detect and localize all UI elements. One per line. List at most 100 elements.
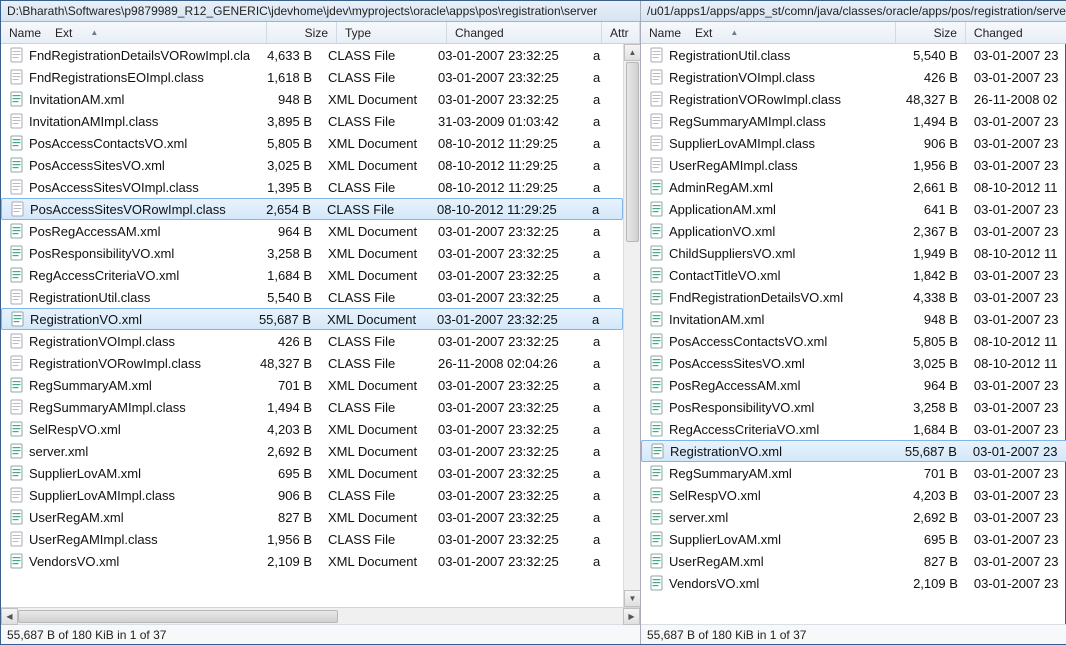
xml-file-icon [649,553,665,569]
header-name[interactable]: Name Ext ▲ [1,22,267,43]
table-row[interactable]: RegistrationVOImpl.class426 BCLASS File0… [1,330,623,352]
xml-file-icon [649,267,665,283]
table-row[interactable]: FndRegistrationDetailsVORowImpl.class4,6… [1,44,623,66]
table-row[interactable]: server.xml2,692 BXML Document03-01-2007 … [1,440,623,462]
table-row[interactable]: RegSummaryAM.xml701 BXML Document03-01-2… [1,374,623,396]
file-name: FndRegistrationDetailsVO.xml [669,290,843,305]
left-file-list[interactable]: FndRegistrationDetailsVORowImpl.class4,6… [1,44,640,607]
table-row[interactable]: RegAccessCriteriaVO.xml1,684 B03-01-2007… [641,418,1066,440]
table-row[interactable]: PosAccessSitesVO.xml3,025 B08-10-2012 11 [641,352,1066,374]
file-name: ApplicationVO.xml [669,224,775,239]
header-name[interactable]: Name Ext ▲ [641,22,896,43]
file-size: 1,949 B [896,246,966,261]
table-row[interactable]: InvitationAMImpl.class3,895 BCLASS File3… [1,110,623,132]
table-row[interactable]: PosResponsibilityVO.xml3,258 BXML Docume… [1,242,623,264]
table-row[interactable]: InvitationAM.xml948 B03-01-2007 23 [641,308,1066,330]
table-row[interactable]: RegistrationVORowImpl.class48,327 B26-11… [641,88,1066,110]
left-horizontal-scrollbar[interactable]: ◀ ▶ [1,607,640,624]
left-pane: D:\Bharath\Softwares\p9879989_R12_GENERI… [1,1,641,644]
header-changed[interactable]: Changed [966,22,1066,43]
table-row[interactable]: RegistrationVO.xml55,687 BXML Document03… [1,308,623,330]
table-row[interactable]: PosAccessContactsVO.xml5,805 BXML Docume… [1,132,623,154]
hscroll-thumb[interactable] [18,610,338,623]
table-row[interactable]: PosAccessContactsVO.xml5,805 B08-10-2012… [641,330,1066,352]
table-row[interactable]: RegSummaryAMImpl.class1,494 BCLASS File0… [1,396,623,418]
file-name: SelRespVO.xml [669,488,761,503]
scroll-right-button[interactable]: ▶ [623,608,640,625]
table-row[interactable]: server.xml2,692 B03-01-2007 23 [641,506,1066,528]
table-row[interactable]: PosRegAccessAM.xml964 BXML Document03-01… [1,220,623,242]
header-size[interactable]: Size [267,22,337,43]
table-row[interactable]: SupplierLovAM.xml695 BXML Document03-01-… [1,462,623,484]
header-attr[interactable]: Attr [602,22,640,43]
xml-file-icon [650,443,666,459]
file-changed: 03-01-2007 23:32:25 [430,400,585,415]
table-row[interactable]: InvitationAM.xml948 BXML Document03-01-2… [1,88,623,110]
table-row[interactable]: UserRegAM.xml827 B03-01-2007 23 [641,550,1066,572]
table-row[interactable]: ApplicationAM.xml641 B03-01-2007 23 [641,198,1066,220]
table-row[interactable]: VendorsVO.xml2,109 BXML Document03-01-20… [1,550,623,572]
table-row[interactable]: RegSummaryAMImpl.class1,494 B03-01-2007 … [641,110,1066,132]
left-vertical-scrollbar[interactable]: ▲ ▼ [623,44,640,607]
file-name: UserRegAMImpl.class [669,158,798,173]
file-name: RegSummaryAM.xml [669,466,792,481]
table-row[interactable]: RegistrationVO.xml55,687 B03-01-2007 23 [641,440,1066,462]
table-row[interactable]: UserRegAMImpl.class1,956 B03-01-2007 23 [641,154,1066,176]
scroll-up-button[interactable]: ▲ [624,44,640,61]
xml-file-icon [649,289,665,305]
xml-file-icon [9,267,25,283]
scroll-down-button[interactable]: ▼ [624,590,640,607]
xml-file-icon [649,487,665,503]
table-row[interactable]: RegistrationVOImpl.class426 B03-01-2007 … [641,66,1066,88]
file-attr: a [585,532,623,547]
file-size: 3,258 B [250,246,320,261]
file-type: CLASS File [320,48,430,63]
file-size: 701 B [896,466,966,481]
right-path-bar[interactable]: /u01/apps1/apps/apps_st/comn/java/classe… [641,1,1066,22]
file-name: PosAccessSitesVO.xml [29,158,165,173]
class-file-icon [9,179,25,195]
table-row[interactable]: RegAccessCriteriaVO.xml1,684 BXML Docume… [1,264,623,286]
scroll-left-button[interactable]: ◀ [1,608,18,625]
table-row[interactable]: UserRegAMImpl.class1,956 BCLASS File03-0… [1,528,623,550]
table-row[interactable]: VendorsVO.xml2,109 B03-01-2007 23 [641,572,1066,594]
header-type[interactable]: Type [337,22,447,43]
table-row[interactable]: FndRegistrationDetailsVO.xml4,338 B03-01… [641,286,1066,308]
table-row[interactable]: ApplicationVO.xml2,367 B03-01-2007 23 [641,220,1066,242]
xml-file-icon [649,245,665,261]
table-row[interactable]: SupplierLovAM.xml695 B03-01-2007 23 [641,528,1066,550]
table-row[interactable]: FndRegistrationsEOImpl.class1,618 BCLASS… [1,66,623,88]
table-row[interactable]: UserRegAM.xml827 BXML Document03-01-2007… [1,506,623,528]
file-changed: 08-10-2012 11 [966,334,1066,349]
file-attr: a [585,180,623,195]
header-size[interactable]: Size [896,22,966,43]
table-row[interactable]: SelRespVO.xml4,203 B03-01-2007 23 [641,484,1066,506]
table-row[interactable]: RegistrationVORowImpl.class48,327 BCLASS… [1,352,623,374]
file-size: 1,494 B [896,114,966,129]
table-row[interactable]: SupplierLovAMImpl.class906 B03-01-2007 2… [641,132,1066,154]
file-size: 964 B [896,378,966,393]
scroll-thumb[interactable] [626,62,639,242]
table-row[interactable]: RegistrationUtil.class5,540 BCLASS File0… [1,286,623,308]
file-type: XML Document [320,466,430,481]
header-changed[interactable]: Changed [447,22,602,43]
right-file-list[interactable]: RegistrationUtil.class5,540 B03-01-2007 … [641,44,1066,624]
table-row[interactable]: AdminRegAM.xml2,661 B08-10-2012 11 [641,176,1066,198]
table-row[interactable]: PosResponsibilityVO.xml3,258 B03-01-2007… [641,396,1066,418]
table-row[interactable]: SupplierLovAMImpl.class906 BCLASS File03… [1,484,623,506]
table-row[interactable]: RegSummaryAM.xml701 B03-01-2007 23 [641,462,1066,484]
file-changed: 03-01-2007 23:32:25 [430,334,585,349]
table-row[interactable]: PosAccessSitesVO.xml3,025 BXML Document0… [1,154,623,176]
table-row[interactable]: ContactTitleVO.xml1,842 B03-01-2007 23 [641,264,1066,286]
table-row[interactable]: PosRegAccessAM.xml964 B03-01-2007 23 [641,374,1066,396]
file-changed: 03-01-2007 23 [966,378,1066,393]
table-row[interactable]: ChildSuppliersVO.xml1,949 B08-10-2012 11 [641,242,1066,264]
table-row[interactable]: PosAccessSitesVORowImpl.class2,654 BCLAS… [1,198,623,220]
left-path-bar[interactable]: D:\Bharath\Softwares\p9879989_R12_GENERI… [1,1,640,22]
table-row[interactable]: SelRespVO.xml4,203 BXML Document03-01-20… [1,418,623,440]
table-row[interactable]: PosAccessSitesVOImpl.class1,395 BCLASS F… [1,176,623,198]
file-attr: a [585,466,623,481]
file-attr: a [585,356,623,371]
file-type: XML Document [320,136,430,151]
table-row[interactable]: RegistrationUtil.class5,540 B03-01-2007 … [641,44,1066,66]
